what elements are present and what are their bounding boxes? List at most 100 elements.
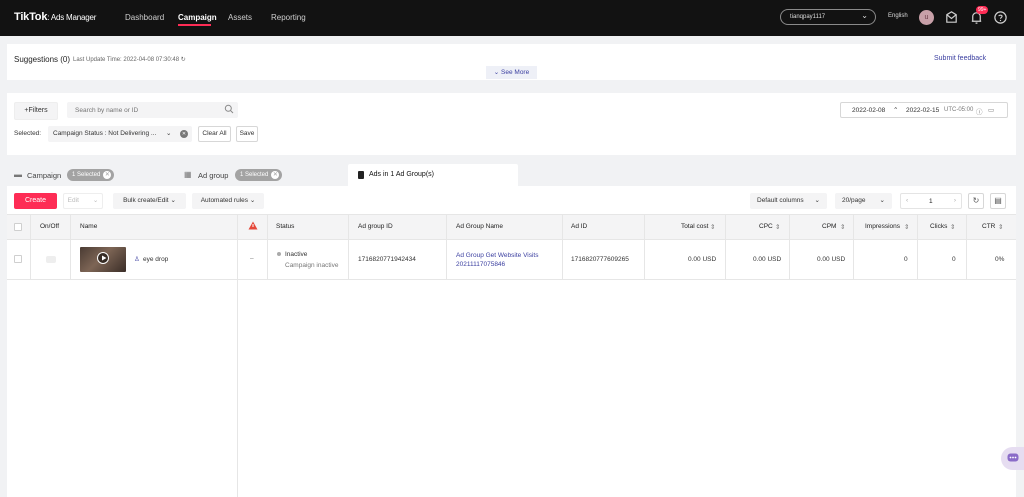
column-divider — [789, 214, 790, 280]
status-dot — [277, 252, 281, 256]
filter-chip-text: Campaign Status : Not Delivering ... — [53, 130, 157, 137]
suggestions-title: Suggestions (0) — [14, 55, 71, 64]
sort-icon[interactable]: ⇕ — [840, 223, 845, 231]
logo-sub-text: : Ads Manager — [47, 13, 97, 22]
bulk-create-edit-button[interactable]: Bulk create/Edit ⌄ — [113, 193, 186, 209]
sort-icon[interactable]: ⇕ — [775, 223, 780, 231]
last-update-text: Last Update Time: 2022-04-08 07:30:48 — [73, 57, 180, 63]
col-status: Status — [276, 223, 295, 230]
timezone: UTC-05:00 — [944, 107, 974, 113]
ad-group-name-line1[interactable]: Ad Group Get Website Visits — [456, 252, 539, 259]
automated-label: Automated rules — [200, 197, 249, 204]
prev-page-icon[interactable]: ‹ — [906, 197, 908, 204]
nav-campaign[interactable]: Campaign — [178, 13, 217, 22]
tab-ad-group[interactable]: Ad group — [198, 171, 228, 180]
chat-icon — [1007, 453, 1019, 462]
col-cpm[interactable]: CPM — [822, 223, 836, 230]
calendar-icon: ▭ — [988, 107, 995, 114]
col-total-cost[interactable]: Total cost — [681, 223, 708, 230]
date-end: 2022-02-15 — [906, 107, 940, 114]
tiktok-logo[interactable]: TikTok: Ads Manager — [14, 11, 96, 23]
nav-assets[interactable]: Assets — [228, 13, 252, 22]
col-name[interactable]: Name — [80, 223, 97, 230]
close-icon[interactable]: ✕ — [103, 171, 112, 179]
ad-group-name-line2[interactable]: 20211117075846 — [456, 261, 505, 268]
sort-icon[interactable]: ⇕ — [998, 223, 1003, 231]
column-divider — [267, 214, 268, 280]
export-icon[interactable]: ▤ — [990, 193, 1006, 209]
see-more-label: See More — [501, 69, 530, 76]
col-ad-id: Ad ID — [571, 223, 588, 230]
help-icon[interactable] — [993, 10, 1008, 25]
see-more-button[interactable]: ⌄ See More — [486, 66, 537, 79]
refresh-icon[interactable]: ↻ — [968, 193, 984, 209]
person-icon: ♙ — [134, 256, 140, 263]
date-start: 2022-02-08 — [852, 107, 886, 114]
campaign-badge-text: 1 Selected — [72, 172, 101, 178]
next-page-icon[interactable]: › — [954, 197, 956, 204]
default-columns-select[interactable]: Default columns ⌄ — [750, 193, 827, 209]
filter-chip-campaign-status[interactable]: Campaign Status : Not Delivering ... ⌄ ✕ — [48, 126, 192, 142]
notification-badge: 99+ — [976, 6, 989, 14]
col-ad-group-name: Ad Group Name — [456, 223, 503, 230]
ctr-value: 0% — [995, 256, 1005, 263]
chevron-down-icon: ⌄ — [879, 197, 885, 204]
account-selector[interactable]: tianqpay1117 ⌄ — [780, 9, 876, 25]
bulk-label: Bulk create/Edit — [123, 197, 169, 204]
column-divider — [70, 214, 71, 280]
nav-dashboard[interactable]: Dashboard — [125, 13, 164, 22]
col-cpc[interactable]: CPC — [759, 223, 773, 230]
folder-icon: ▬ — [14, 170, 22, 179]
automated-rules-button[interactable]: Automated rules ⌄ — [192, 193, 264, 209]
page-size-select[interactable]: 20/page ⌄ — [835, 193, 892, 209]
create-button[interactable]: Create — [14, 193, 57, 209]
account-name: tianqpay1117 — [790, 14, 826, 20]
language-switch[interactable]: English — [888, 13, 908, 19]
tab-ads[interactable]: Ads in 1 Ad Group(s) — [348, 164, 518, 186]
on-off-toggle[interactable] — [46, 256, 56, 263]
campaign-selected-badge[interactable]: 1 Selected ✕ — [67, 169, 115, 181]
impressions-value: 0 — [904, 256, 908, 263]
search-input[interactable] — [67, 102, 238, 118]
column-divider — [446, 214, 447, 280]
col-clicks[interactable]: Clicks — [930, 223, 947, 230]
submit-feedback-link[interactable]: Submit feedback — [934, 55, 986, 62]
chevron-down-icon: ⌄ — [92, 197, 99, 204]
column-divider — [30, 214, 31, 280]
save-button[interactable]: Save — [236, 126, 258, 142]
search-icon — [224, 104, 234, 114]
cpm-value: 0.00 USD — [817, 256, 846, 263]
chevron-down-icon: ⌄ — [249, 197, 256, 204]
adgroup-selected-badge[interactable]: 1 Selected ✕ — [235, 169, 283, 181]
avatar[interactable]: u — [919, 10, 934, 25]
col-ctr[interactable]: CTR — [982, 223, 995, 230]
tab-ads-label: Ads in 1 Ad Group(s) — [369, 171, 434, 178]
column-divider — [644, 214, 645, 280]
edit-button[interactable]: Edit ⌄ — [63, 193, 103, 209]
current-page[interactable]: 1 — [929, 198, 933, 205]
clear-all-button[interactable]: Clear All — [198, 126, 231, 142]
close-icon[interactable]: ✕ — [271, 171, 280, 179]
chevron-down-icon: ⌄ — [166, 130, 172, 137]
sort-icon[interactable]: ⇕ — [950, 223, 955, 231]
refresh-icon[interactable]: ↻ — [181, 57, 186, 63]
close-icon[interactable]: ✕ — [180, 130, 188, 138]
row-checkbox[interactable] — [14, 255, 22, 263]
ad-name[interactable]: eye drop — [143, 256, 168, 263]
info-icon: ⓘ — [976, 109, 983, 116]
sort-icon[interactable]: ⇕ — [710, 223, 715, 231]
selected-label: Selected: — [14, 130, 42, 137]
column-divider — [853, 214, 854, 280]
col-on-off: On/Off — [40, 223, 60, 230]
inbox-icon[interactable] — [944, 10, 959, 25]
ad-icon — [358, 171, 364, 179]
filters-button[interactable]: +Filters — [14, 102, 58, 120]
tab-campaign[interactable]: Campaign — [27, 171, 61, 180]
sort-icon[interactable]: ⇕ — [904, 223, 909, 231]
cpc-value: 0.00 USD — [753, 256, 782, 263]
chevron-down-icon: ⌄ — [170, 197, 176, 204]
nav-reporting[interactable]: Reporting — [271, 13, 306, 22]
col-impressions[interactable]: Impressions — [865, 223, 900, 230]
select-all-checkbox[interactable] — [14, 223, 22, 231]
column-divider — [348, 214, 349, 280]
